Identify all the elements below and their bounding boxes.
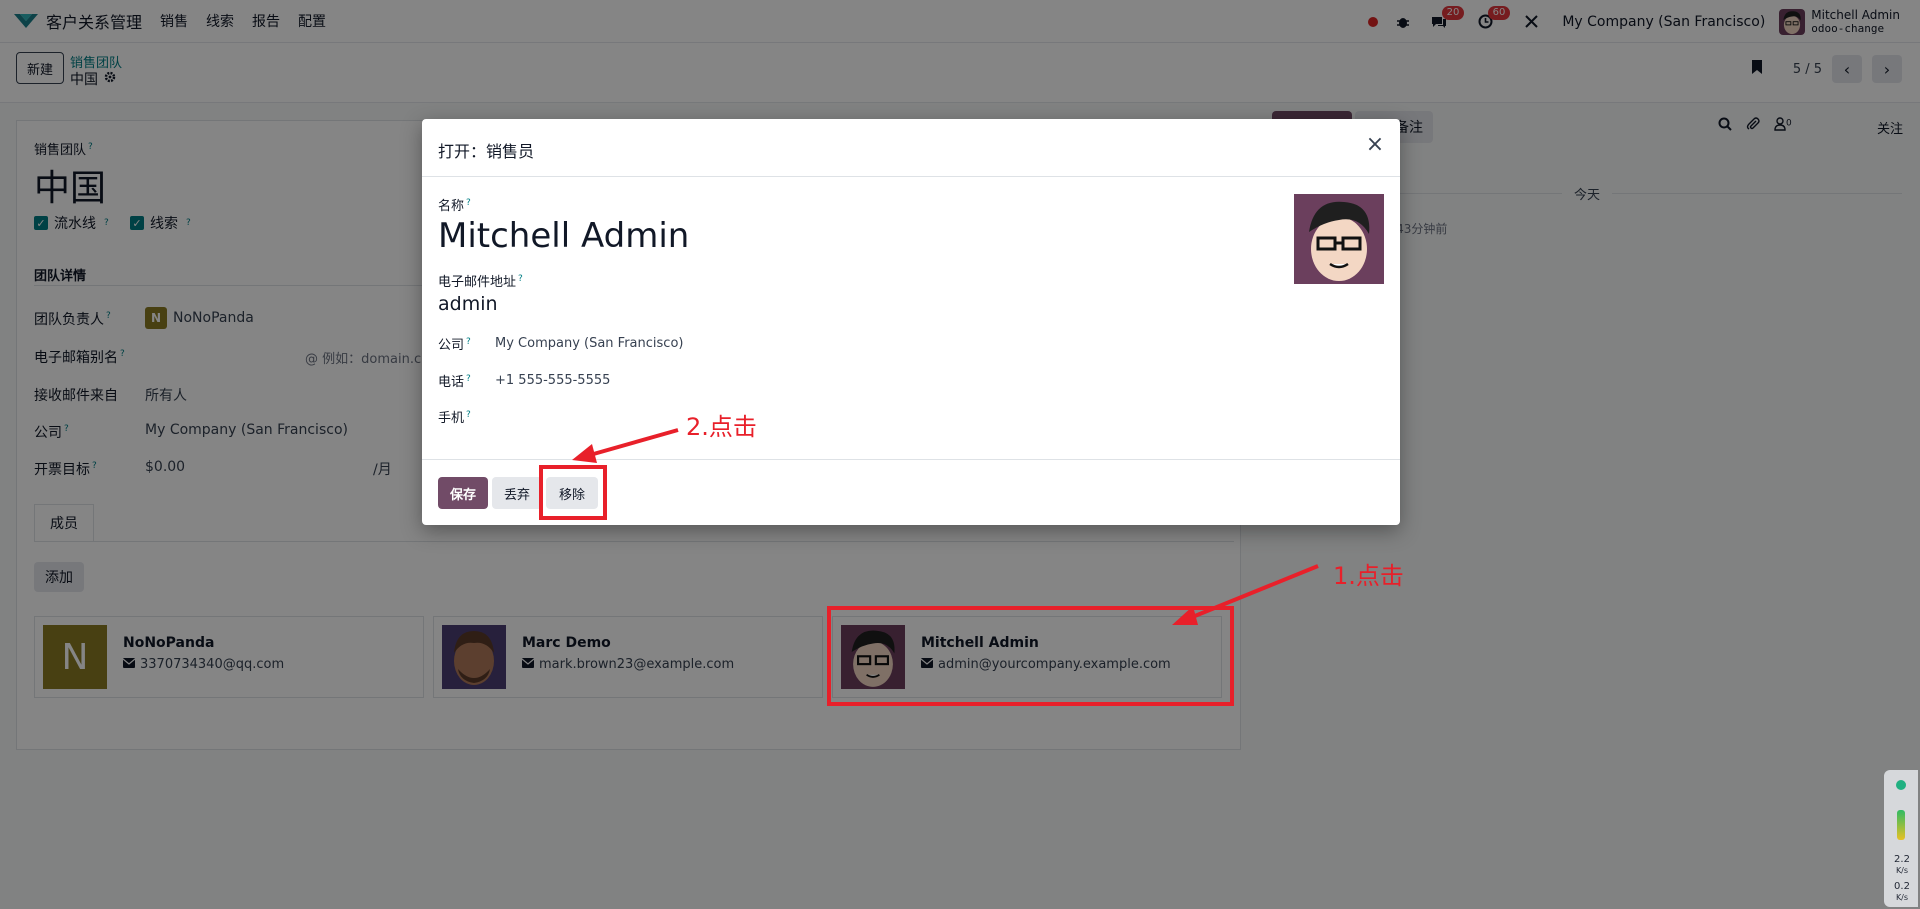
network-speed-widget: 2.2 K/s 0.2 K/s — [1884, 770, 1918, 907]
upload-unit: K/s — [1895, 866, 1909, 875]
close-icon[interactable]: × — [1364, 134, 1386, 156]
dialog-footer-divider — [422, 459, 1400, 460]
dialog-title: 打开：销售员 — [438, 142, 535, 161]
phone-field[interactable]: +1 555-555-5555 — [495, 373, 610, 388]
phone-label: 电话? — [438, 373, 471, 390]
dialog-header: 打开：销售员 × — [422, 119, 1400, 177]
upload-speed: 2.2 — [1894, 854, 1910, 865]
speed-bar — [1897, 810, 1905, 840]
annotation-step-2: 2.点击 — [686, 413, 757, 441]
mobile-label: 手机? — [438, 409, 471, 426]
status-dot-icon — [1896, 780, 1906, 790]
save-button[interactable]: 保存 — [438, 477, 488, 509]
highlight-box-member-card — [827, 606, 1234, 706]
salesperson-avatar[interactable] — [1294, 194, 1384, 284]
company-label: 公司? — [438, 336, 471, 353]
name-label: 名称? — [438, 197, 471, 214]
company-field[interactable]: My Company (San Francisco) — [495, 336, 683, 351]
name-field[interactable]: Mitchell Admin — [438, 216, 689, 256]
email-label: 电子邮件地址? — [438, 273, 523, 290]
email-field[interactable]: admin — [438, 293, 498, 315]
annotation-step-1: 1.点击 — [1333, 562, 1404, 590]
download-speed: 0.2 — [1894, 881, 1910, 892]
discard-button[interactable]: 丢弃 — [492, 477, 542, 509]
download-unit: K/s — [1895, 893, 1909, 902]
highlight-box-remove-button — [539, 465, 607, 520]
